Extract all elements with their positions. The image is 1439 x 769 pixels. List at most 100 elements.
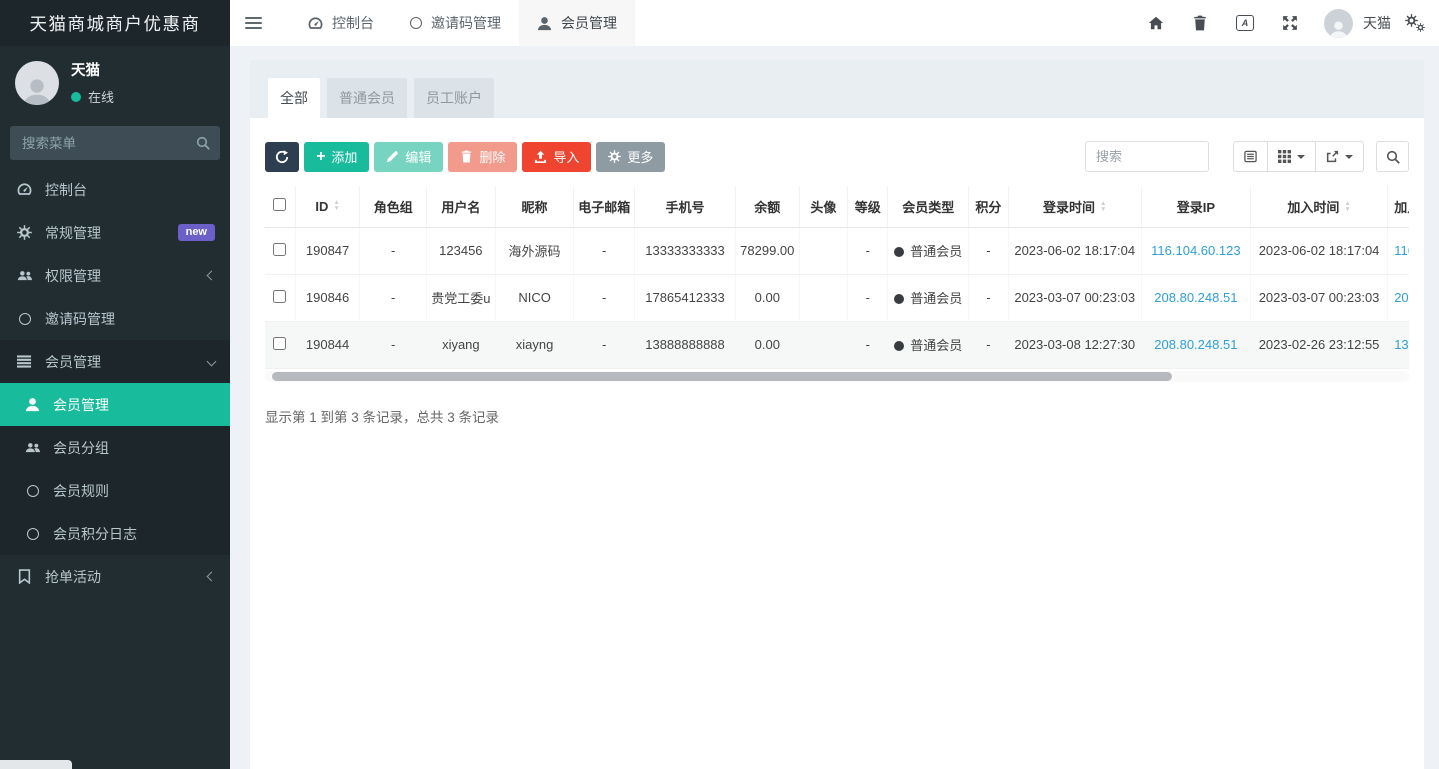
sidebar-item-general[interactable]: 常规管理 new — [0, 211, 230, 254]
pencil-icon — [386, 150, 399, 163]
panel-body: 添加 编辑 删除 导入 更多 — [250, 118, 1424, 441]
columns-button[interactable] — [1267, 141, 1316, 172]
sidebar-item-invite-code[interactable]: 邀请码管理 — [0, 297, 230, 340]
sidebar-item-member[interactable]: 会员管理 — [0, 383, 230, 426]
sort-icon[interactable] — [1100, 201, 1106, 213]
column-header-login-time[interactable]: 登录时间 — [1008, 186, 1141, 227]
search-icon[interactable] — [196, 136, 210, 150]
cell-join-ip: 13.21 — [1388, 321, 1409, 368]
topbar-avatar[interactable] — [1324, 9, 1353, 38]
cell-nickname: 海外源码 — [495, 227, 574, 274]
cell-role-group: - — [360, 321, 427, 368]
column-header-mobile: 手机号 — [635, 186, 736, 227]
member-panel: 全部 普通会员 员工账户 添加 编辑 删除 — [250, 60, 1424, 769]
refresh-icon — [275, 150, 289, 164]
tab-staff-account[interactable]: 员工账户 — [414, 78, 494, 118]
add-button[interactable]: 添加 — [304, 142, 369, 172]
scrollbar-thumb[interactable] — [272, 372, 1172, 381]
tab-dashboard[interactable]: 控制台 — [290, 0, 392, 46]
clear-cache-button[interactable] — [1178, 0, 1222, 46]
column-header-join-time[interactable]: 加入时间 — [1250, 186, 1387, 227]
admin-app: 天猫商城商户优惠商 天猫 在线 控制台 常规管理 ne — [0, 0, 1439, 769]
sidebar-toggle-button[interactable] — [230, 0, 276, 46]
trash-icon — [1192, 15, 1208, 31]
row-checkbox[interactable] — [273, 290, 286, 303]
detail-view-button[interactable] — [1233, 141, 1268, 172]
ip-link[interactable]: 13.21 — [1394, 337, 1409, 352]
cell-score: - — [969, 321, 1008, 368]
cell-login-ip: 208.80.248.51 — [1141, 321, 1250, 368]
sidebar-item-member-group[interactable]: 会员分组 — [0, 426, 230, 469]
sidebar-item-member-score-log[interactable]: 会员积分日志 — [0, 512, 230, 555]
edit-button[interactable]: 编辑 — [374, 142, 443, 172]
row-checkbox[interactable] — [273, 243, 286, 256]
sidebar-item-auth[interactable]: 权限管理 — [0, 254, 230, 297]
column-header-level: 等级 — [848, 186, 888, 227]
settings-button[interactable] — [1405, 14, 1425, 32]
menu-icon — [245, 17, 262, 19]
chevron-down-icon — [207, 357, 217, 367]
cell-score: - — [969, 274, 1008, 321]
cell-avatar — [799, 321, 847, 368]
cell-join-time: 2023-03-07 00:23:03 — [1250, 274, 1387, 321]
import-button[interactable]: 导入 — [522, 142, 591, 172]
member-menu-group: 会员管理 会员管理 会员分组 会员规则 会员积分日志 — [0, 340, 230, 555]
corner-widget[interactable] — [0, 760, 72, 769]
sidebar-item-dashboard[interactable]: 控制台 — [0, 168, 230, 211]
plus-icon — [316, 149, 325, 165]
home-button[interactable] — [1134, 0, 1178, 46]
app-logo[interactable]: 天猫商城商户优惠商 — [0, 0, 230, 46]
sidebar-item-member-parent[interactable]: 会员管理 — [0, 340, 230, 383]
sidebar-item-label: 会员积分日志 — [53, 524, 137, 544]
horizontal-scrollbar[interactable] — [265, 371, 1409, 382]
sort-icon[interactable] — [333, 200, 339, 212]
column-header-id[interactable]: ID — [295, 186, 360, 227]
cell-role-group: - — [360, 227, 427, 274]
dashboard-icon — [308, 16, 323, 31]
more-button[interactable]: 更多 — [596, 142, 665, 172]
tab-all[interactable]: 全部 — [268, 78, 320, 118]
sidebar-user-panel: 天猫 在线 — [0, 46, 230, 116]
advanced-search-button[interactable] — [1376, 141, 1409, 172]
sidebar-item-order-activity[interactable]: 抢单活动 — [0, 555, 230, 598]
gear-icon — [1416, 23, 1425, 32]
cell-username: 123456 — [427, 227, 496, 274]
tab-member[interactable]: 会员管理 — [519, 0, 635, 46]
sidebar-item-member-rule[interactable]: 会员规则 — [0, 469, 230, 512]
row-checkbox[interactable] — [273, 337, 286, 350]
delete-button[interactable]: 删除 — [448, 142, 517, 172]
tab-normal-member[interactable]: 普通会员 — [327, 78, 407, 118]
cell-mobile: 17865412333 — [635, 274, 736, 321]
sidebar-menu: 控制台 常规管理 new 权限管理 邀请码管理 会员管理 — [0, 168, 230, 598]
fullscreen-button[interactable] — [1268, 0, 1312, 46]
cell-email: - — [574, 227, 635, 274]
trash-icon — [460, 150, 473, 163]
select-all-checkbox[interactable] — [273, 198, 286, 211]
circle-icon — [23, 528, 42, 540]
toolbar: 添加 编辑 删除 导入 更多 — [265, 141, 1409, 172]
topbar-user-name[interactable]: 天猫 — [1363, 13, 1391, 33]
refresh-button[interactable] — [265, 142, 299, 172]
menu-search-input[interactable] — [10, 126, 220, 160]
sidebar: 天猫商城商户优惠商 天猫 在线 控制台 常规管理 ne — [0, 0, 230, 769]
cell-email: - — [574, 274, 635, 321]
cell-avatar — [799, 274, 847, 321]
ip-link[interactable]: 208.80.248.51 — [1154, 290, 1237, 305]
cell-member-type: 普通会员 — [888, 227, 969, 274]
table-search-input[interactable] — [1085, 141, 1209, 172]
circle-icon — [410, 17, 422, 29]
tab-invite-code[interactable]: 邀请码管理 — [392, 0, 519, 46]
sort-icon[interactable] — [1344, 201, 1350, 213]
ip-link[interactable]: 208.80.248.51 — [1394, 290, 1409, 305]
column-header-email: 电子邮箱 — [574, 186, 635, 227]
user-icon — [23, 397, 42, 412]
language-button[interactable] — [1222, 0, 1268, 46]
ip-link[interactable]: 116.104.60.123 — [1151, 243, 1240, 258]
users-icon — [15, 268, 34, 283]
table-row: 190844 - xiyang xiayng - 13888888888 0.0… — [265, 321, 1409, 368]
ip-link[interactable]: 208.80.248.51 — [1154, 337, 1237, 352]
list-alt-icon — [1244, 150, 1257, 163]
cell-nickname: NICO — [495, 274, 574, 321]
export-button[interactable] — [1315, 141, 1364, 172]
ip-link[interactable]: 116.104.60.123 — [1394, 243, 1409, 258]
